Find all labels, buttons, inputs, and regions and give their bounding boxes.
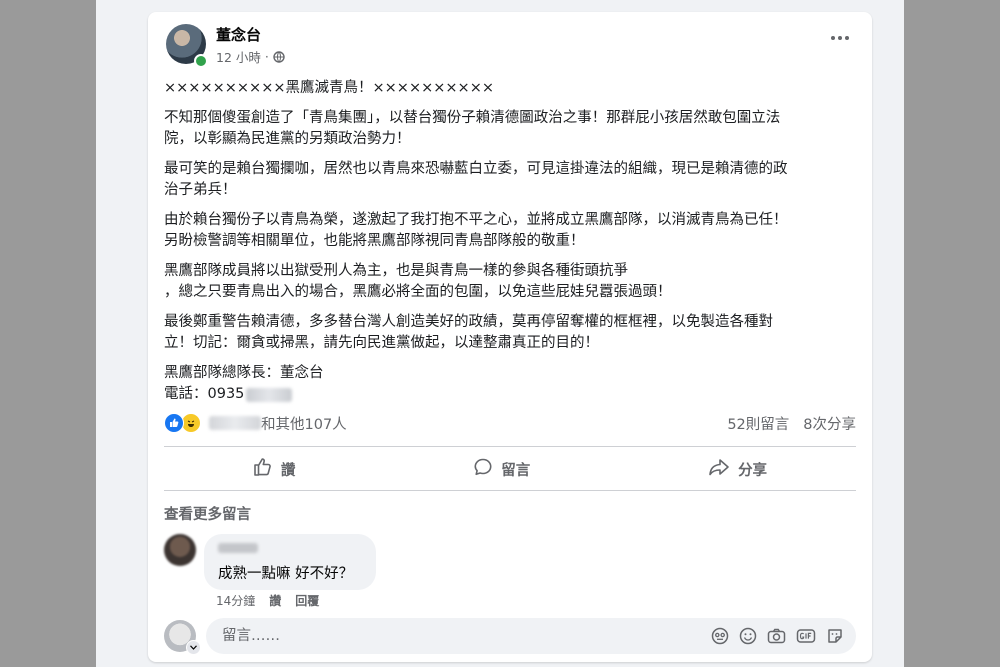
emoji-icon[interactable] [739,627,757,645]
haha-reaction-icon[interactable] [181,413,201,433]
commenter-avatar[interactable] [164,534,196,566]
redacted-phone-digits [246,387,293,402]
stats-right: 52則留言 8次分享 [727,413,856,434]
post-phone: 電話：0935 [164,384,854,405]
comments-count[interactable]: 52則留言 [727,413,789,434]
post-paragraph: 由於賴台獨份子以青鳥為榮，遂激起了我打抱不平之心，並將成立黑鷹部隊，以消滅青鳥為… [164,212,788,249]
post-headline: ××××××××××黑鷹滅青鳥！×××××××××× [164,80,494,96]
comment-button[interactable]: 留言 [443,453,560,485]
like-button-label: 讚 [280,462,296,479]
post-paragraph: 最後鄭重警告賴清德，多多替台灣人創造美好的政績，莫再停留奪權的框框裡，以免製造各… [164,314,773,351]
reactions-count[interactable]: 和其他107人 [261,413,347,434]
camera-icon[interactable] [767,627,786,645]
comment-text: 成熟一點嘛 好不好？ [218,566,354,582]
comment-reply-link[interactable]: 回覆 [295,592,319,609]
comment-button-label: 留言 [501,462,531,479]
post-paragraph: 不知那個傻蛋創造了「青鳥集團」，以替台獨份子賴清德圖政治之事！那群屁小孩居然敢包… [164,110,781,147]
thumbs-up-icon [253,457,273,481]
author-name[interactable]: 董念台 [216,24,261,45]
composer-icons [711,627,844,645]
like-reaction-icon[interactable] [164,413,184,433]
post-paragraph: 黑鷹部隊成員將以出獄受刑人為主，也是與青鳥一樣的參與各種街頭抗爭 ，總之只要青鳥… [164,263,672,300]
post-meta: 12 小時 · [216,47,285,66]
post-signature: 黑鷹部隊總隊長：董念台 [164,365,324,381]
reaction-stats: 和其他107人 52則留言 8次分享 [164,412,856,434]
gif-icon[interactable] [796,627,816,645]
post-card: 董念台 12 小時 · ××××××××××黑鷹滅青鳥！×××××××××× 不… [148,12,872,662]
speech-bubble-icon [473,457,493,481]
stats-divider [164,446,856,447]
comment-composer [206,618,856,654]
view-more-comments-link[interactable]: 查看更多留言 [164,503,251,524]
comment-time[interactable]: 14分鐘 [216,592,255,609]
avatar-sticker-icon[interactable] [711,627,729,645]
comment-bubble: 成熟一點嘛 好不好？ [204,534,376,590]
post-time[interactable]: 12 小時 [216,47,261,66]
comment-like-link[interactable]: 讚 [269,592,281,609]
redacted-commenter-name[interactable] [218,543,258,553]
shares-count[interactable]: 8次分享 [803,413,856,434]
share-arrow-icon [708,457,730,481]
post-body: ××××××××××黑鷹滅青鳥！×××××××××× 不知那個傻蛋創造了「青鳥集… [164,78,854,405]
share-button-label: 分享 [738,462,768,479]
action-bar: 讚 留言 分享 [164,454,856,484]
like-button[interactable]: 讚 [223,453,326,485]
globe-icon [273,50,285,63]
comment-input[interactable] [220,627,694,645]
redacted-reactor-names [209,416,261,430]
phone-label: 電話：0935 [164,386,245,402]
actions-divider [164,490,856,491]
post-paragraph: 最可笑的是賴台獨攔咖，居然也以青鳥來恐嚇藍白立委，可見這掛違法的組織，現已是賴清… [164,161,788,198]
sticker-icon[interactable] [826,627,844,645]
comment-actions: 14分鐘 讚 回覆 [216,592,319,609]
meta-separator: · [264,49,269,64]
chevron-down-icon[interactable] [186,640,201,655]
share-button[interactable]: 分享 [678,453,797,485]
more-options-icon[interactable] [830,34,850,42]
online-status-dot [194,54,208,68]
